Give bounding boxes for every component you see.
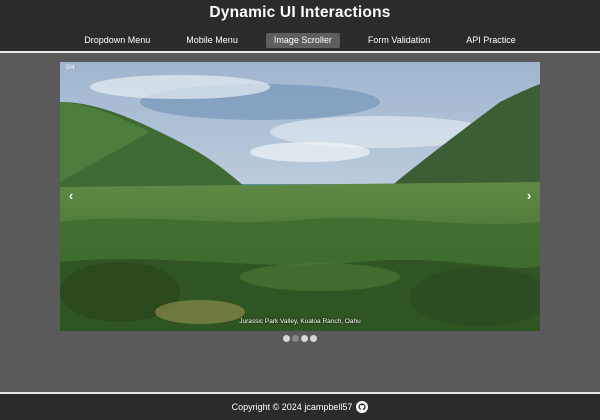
main-nav: Dropdown Menu Mobile Menu Image Scroller… <box>0 33 600 48</box>
nav-form-validation[interactable]: Form Validation <box>360 33 438 48</box>
nav-api-practice[interactable]: API Practice <box>458 33 524 48</box>
slide-dot-1[interactable] <box>283 335 290 342</box>
next-slide-icon[interactable]: › <box>522 188 536 204</box>
nav-mobile-menu[interactable]: Mobile Menu <box>178 33 246 48</box>
main-content: 2/4 ‹ › Jurassic Park Valley, Kualoa Ran… <box>0 55 600 392</box>
site-header: Dynamic UI Interactions Dropdown Menu Mo… <box>0 0 600 53</box>
slide-caption: Jurassic Park Valley, Kualoa Ranch, Oahu <box>239 318 361 325</box>
slide-image <box>60 62 540 331</box>
nav-image-scroller[interactable]: Image Scroller <box>265 33 340 48</box>
site-footer: Copyright © 2024 jcampbell57 <box>0 392 600 420</box>
slide-dots <box>0 335 600 342</box>
slide-dot-3[interactable] <box>301 335 308 342</box>
nav-dropdown-menu[interactable]: Dropdown Menu <box>76 33 158 48</box>
slide-dot-2[interactable] <box>292 335 299 342</box>
copyright-text: Copyright © 2024 jcampbell57 <box>231 402 353 412</box>
page-title: Dynamic UI Interactions <box>209 4 391 21</box>
slide-counter: 2/4 <box>66 65 75 71</box>
slide-dot-4[interactable] <box>310 335 317 342</box>
image-scroller: 2/4 ‹ › Jurassic Park Valley, Kualoa Ran… <box>60 62 540 331</box>
prev-slide-icon[interactable]: ‹ <box>64 188 78 204</box>
github-icon[interactable] <box>356 401 369 413</box>
